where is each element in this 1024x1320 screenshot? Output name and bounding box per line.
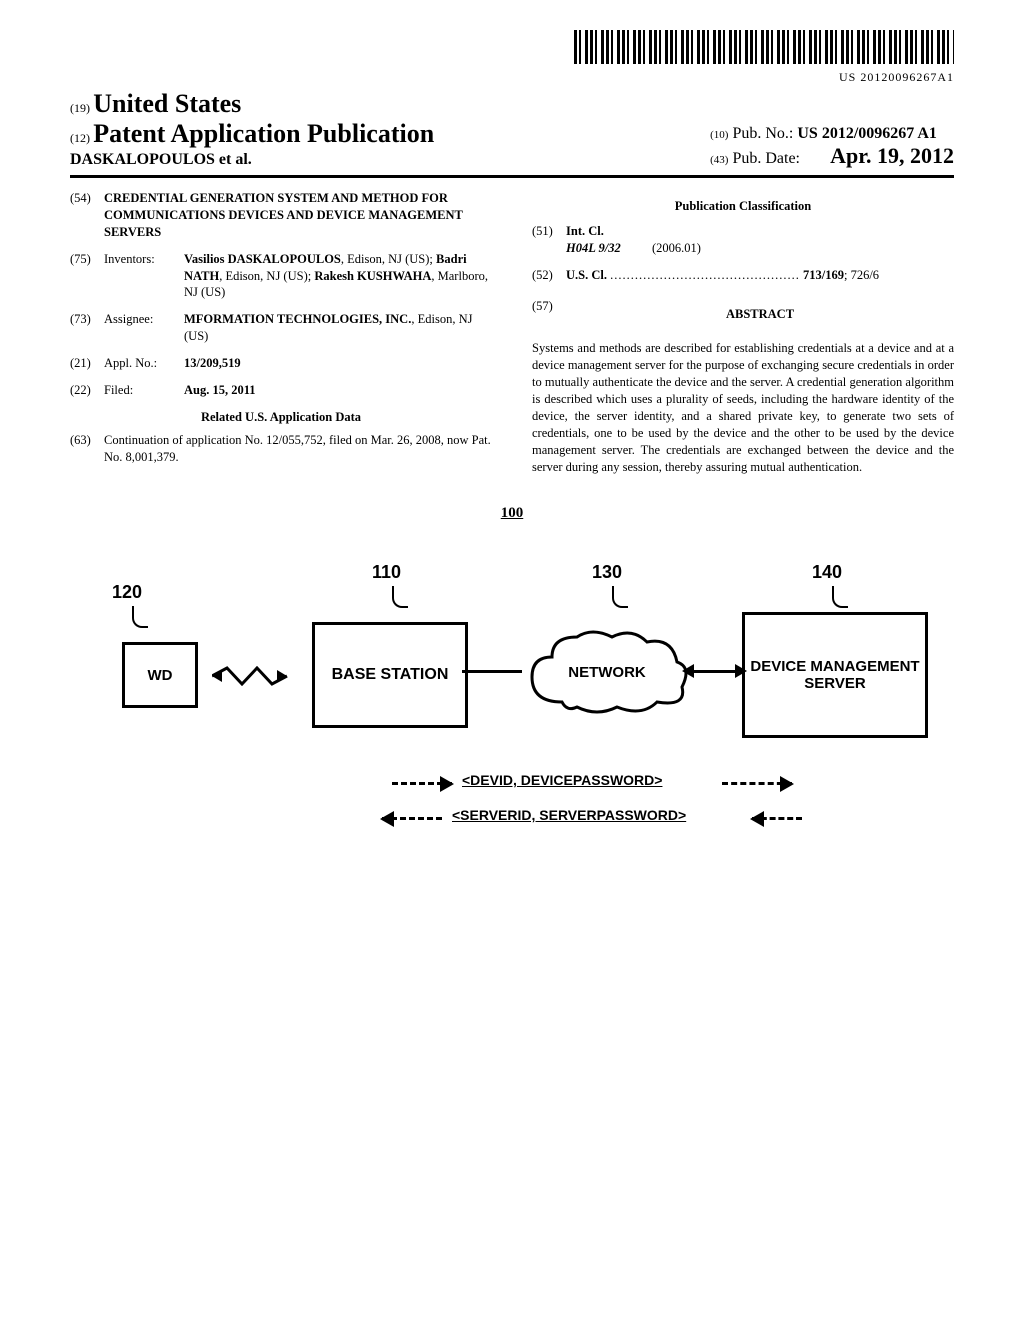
credential-line-2: <SERVERID, SERVERPASSWORD>	[452, 807, 686, 823]
related-heading: Related U.S. Application Data	[70, 409, 492, 426]
inventors-code: (75)	[70, 251, 104, 302]
appl-code: (21)	[70, 355, 104, 372]
uscl-label: U.S. Cl.	[566, 268, 607, 282]
box-wd: WD	[122, 642, 198, 708]
abstract-heading: ABSTRACT	[566, 306, 954, 323]
box-device-management-server: DEVICE MANAGEMENT SERVER	[742, 612, 928, 738]
left-column: (54) CREDENTIAL GENERATION SYSTEM AND ME…	[70, 190, 492, 475]
ref-120: 120	[112, 582, 142, 603]
country-name: United States	[93, 89, 241, 118]
country-code: (19)	[70, 101, 90, 115]
intcl-code: (51)	[532, 223, 566, 257]
invention-title: CREDENTIAL GENERATION SYSTEM AND METHOD …	[104, 190, 492, 241]
pub-date-code: (43)	[710, 154, 728, 166]
leader-120	[132, 606, 148, 628]
figure-area: 100 120 110 130 140 WD BASE STATION NETW…	[70, 505, 954, 862]
pub-date: Apr. 19, 2012	[804, 143, 954, 169]
filed-code: (22)	[70, 382, 104, 399]
leader-140	[832, 586, 848, 608]
conn-base-network	[462, 670, 522, 673]
ref-110: 110	[372, 562, 401, 583]
inventor-1-addr: , Edison, NJ (US);	[341, 252, 436, 266]
pub-class-heading: Publication Classification	[532, 198, 954, 215]
title-code: (54)	[70, 190, 104, 241]
inventors-label: Inventors:	[104, 251, 184, 302]
ref-130: 130	[592, 562, 622, 583]
inventor-3: Rakesh KUSHWAHA	[314, 269, 431, 283]
box-wd-label: WD	[148, 667, 173, 684]
inventor-2-addr: , Edison, NJ (US);	[219, 269, 314, 283]
dash-right-cred2	[752, 817, 802, 820]
continuation-text: Continuation of application No. 12/055,7…	[104, 432, 492, 466]
right-column: Publication Classification (51) Int. Cl.…	[532, 190, 954, 475]
abstract-code: (57)	[532, 298, 566, 331]
box-server-label: DEVICE MANAGEMENT SERVER	[745, 658, 925, 692]
publication-header: (19) United States (12) Patent Applicati…	[70, 89, 954, 178]
leader-130	[612, 586, 628, 608]
uscl-main: 713/169	[803, 268, 844, 282]
cloud-label: NETWORK	[568, 664, 646, 681]
barcode-block: US 20120096267A1	[70, 30, 954, 85]
intcl-symbol: H04L 9/32	[566, 241, 621, 255]
uscl-dots: ........................................…	[610, 268, 800, 282]
filed-label: Filed:	[104, 382, 184, 399]
pub-no-label: Pub. No.:	[732, 125, 793, 142]
appl-value: 13/209,519	[184, 356, 241, 370]
uscl-rest: ; 726/6	[844, 268, 879, 282]
dash-left-cred2	[382, 817, 442, 820]
intcl-label: Int. Cl.	[566, 224, 604, 238]
diagram: 120 110 130 140 WD BASE STATION NETWORK …	[102, 562, 922, 862]
pub-no: US 2012/0096267 A1	[797, 125, 937, 142]
inventors-value: Vasilios DASKALOPOULOS, Edison, NJ (US);…	[184, 251, 492, 302]
continuation-code: (63)	[70, 432, 104, 466]
dash-left-cred1	[392, 782, 452, 785]
barcode-graphic	[574, 30, 954, 64]
conn-network-server	[692, 670, 737, 673]
assignee-value: MFORMATION TECHNOLOGIES, INC., Edison, N…	[184, 311, 492, 345]
assignee-code: (73)	[70, 311, 104, 345]
pub-type: Patent Application Publication	[93, 119, 434, 148]
cloud-network: NETWORK	[522, 622, 692, 722]
box-base-station: BASE STATION	[312, 622, 468, 728]
assignee-name: MFORMATION TECHNOLOGIES, INC.	[184, 312, 411, 326]
inventor-1: Vasilios DASKALOPOULOS	[184, 252, 341, 266]
assignee-label: Assignee:	[104, 311, 184, 345]
appl-label: Appl. No.:	[104, 355, 184, 372]
ref-140: 140	[812, 562, 842, 583]
authors-line: DASKALOPOULOS et al.	[70, 151, 434, 169]
box-base-label: BASE STATION	[332, 666, 449, 684]
barcode-number: US 20120096267A1	[70, 70, 954, 85]
uscl-code: (52)	[532, 267, 566, 284]
intcl-date: (2006.01)	[652, 241, 701, 255]
dash-right-cred1	[722, 782, 792, 785]
figure-ref-100: 100	[501, 505, 524, 522]
leader-110	[392, 586, 408, 608]
filed-value: Aug. 15, 2011	[184, 383, 256, 397]
abstract-text: Systems and methods are described for es…	[532, 340, 954, 475]
credential-line-1: <DEVID, DEVICEPASSWORD>	[462, 772, 662, 788]
pub-no-code: (10)	[710, 129, 728, 141]
pub-date-label: Pub. Date:	[732, 150, 800, 167]
wireless-link-icon	[212, 666, 292, 686]
pub-type-code: (12)	[70, 131, 90, 145]
